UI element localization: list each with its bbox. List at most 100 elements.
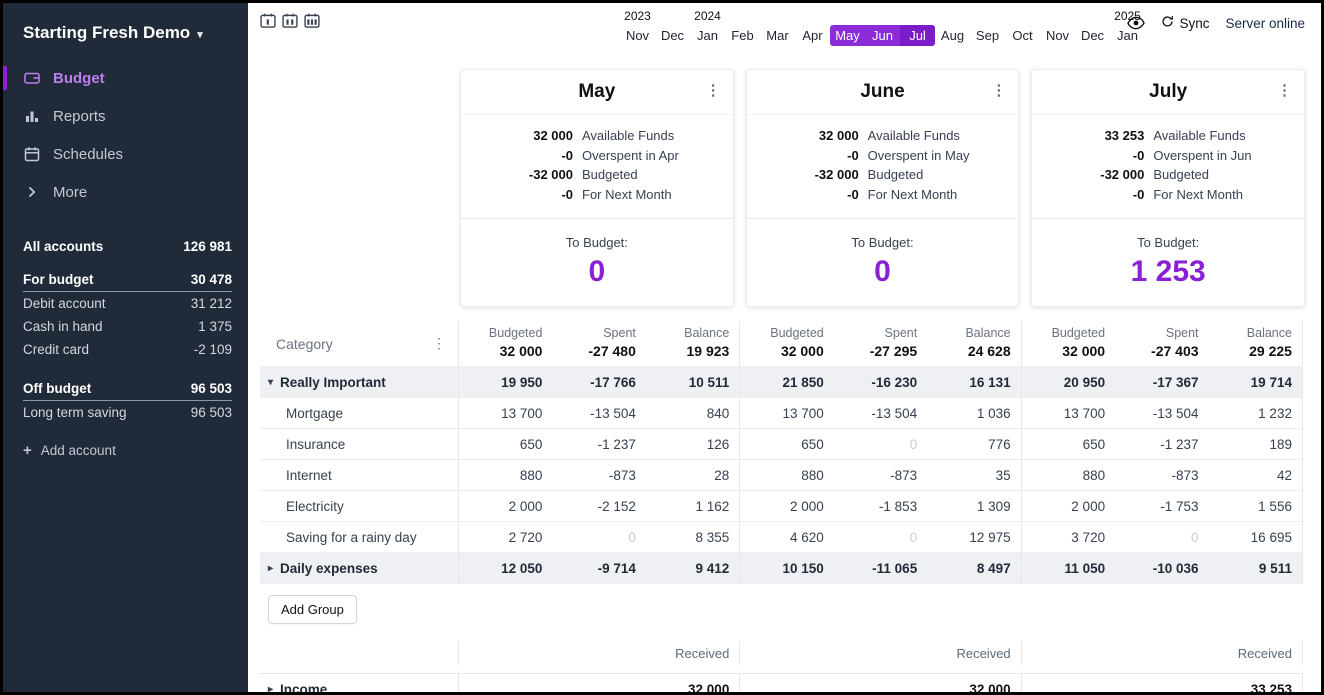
budgeted-cell[interactable]: 880: [459, 460, 552, 490]
account-item-for-budget[interactable]: For budget30 478: [23, 268, 232, 292]
balance-cell[interactable]: 840: [646, 398, 739, 428]
spent-cell[interactable]: -13 504: [552, 398, 645, 428]
budgeted-cell[interactable]: 13 700: [459, 398, 552, 428]
account-item-all-accounts[interactable]: All accounts126 981: [23, 235, 232, 258]
spent-cell[interactable]: -13 504: [834, 398, 927, 428]
spent-cell[interactable]: -2 152: [552, 491, 645, 521]
budgeted-cell[interactable]: 10 150: [740, 553, 833, 583]
balance-cell[interactable]: 1 309: [927, 491, 1020, 521]
category-menu-icon[interactable]: ⋮: [432, 335, 446, 352]
budgeted-cell[interactable]: 650: [740, 429, 833, 459]
spent-cell[interactable]: 0: [552, 522, 645, 552]
timeline-month-may-6[interactable]: May: [830, 9, 865, 46]
budgeted-cell[interactable]: 21 850: [740, 367, 833, 397]
spent-cell[interactable]: -17 367: [1115, 367, 1208, 397]
budgeted-cell[interactable]: 20 950: [1022, 367, 1115, 397]
server-status[interactable]: Server online: [1225, 16, 1305, 31]
timeline-month-aug-9[interactable]: Aug: [935, 9, 970, 46]
spent-cell[interactable]: -17 766: [552, 367, 645, 397]
budgeted-cell[interactable]: 650: [1022, 429, 1115, 459]
month-menu-icon[interactable]: ⋮: [706, 81, 721, 99]
budgeted-header-cell[interactable]: Budgeted32 000: [459, 321, 552, 366]
calendar-1-month-icon[interactable]: [260, 13, 276, 28]
balance-cell[interactable]: 9 412: [646, 553, 739, 583]
category-name[interactable]: Mortgage: [260, 398, 458, 428]
sidebar-item-more[interactable]: More: [3, 173, 248, 211]
sidebar-item-schedules[interactable]: Schedules: [3, 135, 248, 173]
budgeted-cell[interactable]: 2 000: [740, 491, 833, 521]
balance-header-cell[interactable]: Balance29 225: [1209, 321, 1302, 366]
to-budget-value[interactable]: 0: [461, 255, 733, 289]
spent-cell[interactable]: 0: [834, 429, 927, 459]
balance-cell[interactable]: 8 355: [646, 522, 739, 552]
budgeted-cell[interactable]: 2 000: [459, 491, 552, 521]
budgeted-header-cell[interactable]: Budgeted32 000: [740, 321, 833, 366]
budgeted-cell[interactable]: 880: [1022, 460, 1115, 490]
timeline-month-apr-5[interactable]: Apr: [795, 9, 830, 46]
income-total-cell[interactable]: 32 000: [459, 674, 739, 692]
timeline-month-mar-4[interactable]: Mar: [760, 9, 795, 46]
add-account-button[interactable]: + Add account: [23, 442, 228, 459]
sync-button[interactable]: Sync: [1161, 15, 1209, 31]
balance-cell[interactable]: 1 232: [1209, 398, 1302, 428]
category-name[interactable]: Electricity: [260, 491, 458, 521]
spent-cell[interactable]: -13 504: [1115, 398, 1208, 428]
timeline-month-nov-12[interactable]: Nov: [1040, 9, 1075, 46]
spent-cell[interactable]: -1 237: [1115, 429, 1208, 459]
balance-cell[interactable]: 16 131: [927, 367, 1020, 397]
spent-cell[interactable]: -1 853: [834, 491, 927, 521]
timeline-month-jun-7[interactable]: Jun: [865, 9, 900, 46]
sidebar-item-reports[interactable]: Reports: [3, 97, 248, 135]
balance-cell[interactable]: 189: [1209, 429, 1302, 459]
balance-header-cell[interactable]: Balance24 628: [927, 321, 1020, 366]
balance-cell[interactable]: 776: [927, 429, 1020, 459]
timeline-month-nov-0[interactable]: 2023Nov: [620, 9, 655, 46]
privacy-eye-icon[interactable]: [1127, 16, 1145, 30]
balance-cell[interactable]: 8 497: [927, 553, 1020, 583]
balance-cell[interactable]: 12 975: [927, 522, 1020, 552]
budgeted-cell[interactable]: 2 000: [1022, 491, 1115, 521]
timeline-month-feb-3[interactable]: Feb: [725, 9, 760, 46]
add-group-button[interactable]: Add Group: [268, 595, 357, 624]
balance-cell[interactable]: 1 036: [927, 398, 1020, 428]
balance-cell[interactable]: 10 511: [646, 367, 739, 397]
spent-cell[interactable]: -10 036: [1115, 553, 1208, 583]
calendar-2-months-icon[interactable]: [282, 13, 298, 28]
spent-cell[interactable]: -873: [1115, 460, 1208, 490]
timeline-month-jan-2[interactable]: 2024Jan: [690, 9, 725, 46]
account-item-long-term-saving[interactable]: Long term saving96 503: [23, 401, 232, 424]
balance-cell[interactable]: 16 695: [1209, 522, 1302, 552]
balance-cell[interactable]: 126: [646, 429, 739, 459]
month-menu-icon[interactable]: ⋮: [991, 81, 1006, 99]
spent-cell[interactable]: -16 230: [834, 367, 927, 397]
spent-cell[interactable]: -873: [552, 460, 645, 490]
balance-cell[interactable]: 1 162: [646, 491, 739, 521]
balance-cell[interactable]: 1 556: [1209, 491, 1302, 521]
account-item-credit-card[interactable]: Credit card-2 109: [23, 338, 232, 361]
spent-header-cell[interactable]: Spent-27 480: [552, 321, 645, 366]
budgeted-header-cell[interactable]: Budgeted32 000: [1022, 321, 1115, 366]
account-item-off-budget[interactable]: Off budget96 503: [23, 377, 232, 401]
spent-cell[interactable]: -1 753: [1115, 491, 1208, 521]
balance-cell[interactable]: 35: [927, 460, 1020, 490]
month-menu-icon[interactable]: ⋮: [1277, 81, 1292, 99]
budgeted-cell[interactable]: 650: [459, 429, 552, 459]
to-budget-value[interactable]: 1 253: [1032, 255, 1304, 289]
category-name[interactable]: Saving for a rainy day: [260, 522, 458, 552]
calendar-3-months-icon[interactable]: [304, 13, 320, 28]
timeline-month-dec-1[interactable]: Dec: [655, 9, 690, 46]
budgeted-cell[interactable]: 11 050: [1022, 553, 1115, 583]
spent-header-cell[interactable]: Spent-27 295: [834, 321, 927, 366]
category-name[interactable]: Insurance: [260, 429, 458, 459]
budget-file-menu[interactable]: Starting Fresh Demo▾: [3, 15, 248, 59]
spent-cell[interactable]: -11 065: [834, 553, 927, 583]
budgeted-cell[interactable]: 2 720: [459, 522, 552, 552]
budgeted-cell[interactable]: 13 700: [1022, 398, 1115, 428]
budgeted-cell[interactable]: 3 720: [1022, 522, 1115, 552]
income-group-toggle[interactable]: ▸ Income: [260, 674, 458, 692]
spent-cell[interactable]: -873: [834, 460, 927, 490]
budgeted-cell[interactable]: 880: [740, 460, 833, 490]
budgeted-cell[interactable]: 4 620: [740, 522, 833, 552]
income-total-cell[interactable]: 33 253: [1022, 674, 1302, 692]
balance-cell[interactable]: 42: [1209, 460, 1302, 490]
